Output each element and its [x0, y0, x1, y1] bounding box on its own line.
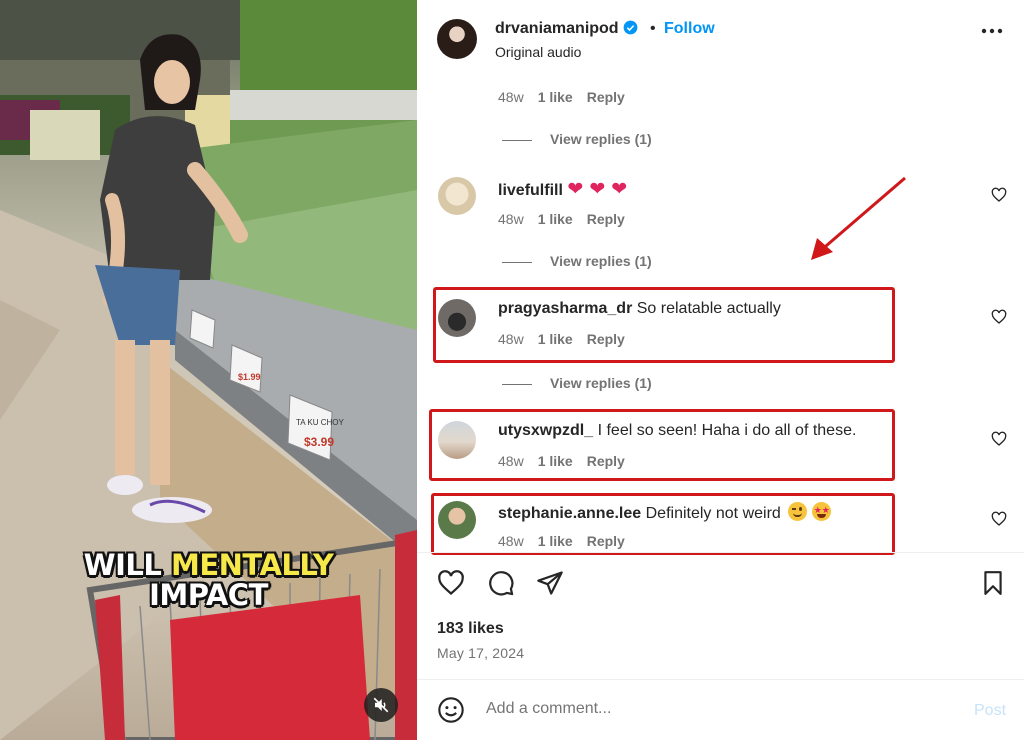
comment-text: livefulfill ❤ ❤ ❤ [498, 178, 627, 200]
comment-meta: 48w 1 like Reply [498, 211, 625, 227]
mute-button[interactable] [364, 688, 398, 722]
post-panel: drvaniamanipod • Follow Original audio 4… [417, 0, 1024, 740]
view-replies-button[interactable]: View replies (1) [502, 131, 652, 147]
like-heart-icon[interactable] [437, 569, 465, 597]
price-tag-3: $3.99 [304, 435, 334, 449]
price-tag-label: TA KU CHOY [296, 418, 345, 427]
post-date: May 17, 2024 [437, 645, 525, 661]
price-tag-2: $1.99 [238, 372, 261, 382]
more-options-icon[interactable] [981, 28, 1003, 34]
highlight-box [431, 493, 895, 555]
highlight-box [433, 287, 895, 363]
bookmark-save-icon[interactable] [980, 569, 1006, 597]
caption-line-2: IMPACT [149, 578, 268, 612]
like-heart-icon[interactable] [991, 309, 1007, 325]
caption-line-1: WILL MENTALLY [83, 548, 334, 582]
like-count[interactable]: 1 like [538, 211, 573, 227]
verified-badge-icon [623, 20, 637, 35]
annotation-arrow-icon [811, 176, 906, 260]
post-actions-bar [417, 563, 1024, 607]
reply-button[interactable]: Reply [587, 89, 625, 105]
like-count[interactable]: 1 like [538, 89, 573, 105]
audio-label[interactable]: Original audio [495, 44, 581, 60]
add-comment-bar: Post [417, 680, 1024, 740]
follow-button[interactable]: Follow [664, 20, 715, 38]
heart-emojis: ❤ ❤ ❤ [567, 178, 628, 200]
header-separator: • [650, 20, 656, 37]
grocery-scene-image: TA KU CHOY $3.99 $1.99 [0, 0, 417, 740]
post-button[interactable]: Post [974, 702, 1006, 720]
reel-video[interactable]: TA KU CHOY $3.99 $1.99 WILL MENTALLY IMP… [0, 0, 417, 740]
likes-count[interactable]: 183 likes [437, 620, 504, 638]
comment-input[interactable] [486, 700, 886, 718]
emoji-picker-icon[interactable] [437, 696, 465, 724]
share-send-icon[interactable] [536, 569, 564, 597]
post-header: drvaniamanipod • Follow Original audio [417, 0, 1024, 74]
like-heart-icon[interactable] [991, 187, 1007, 203]
reply-button[interactable]: Reply [587, 211, 625, 227]
author-avatar[interactable] [437, 19, 477, 59]
commenter-avatar[interactable] [438, 177, 476, 215]
view-replies-button[interactable]: View replies (1) [502, 375, 652, 391]
divider [417, 552, 1024, 553]
highlight-box [429, 409, 895, 481]
like-heart-icon[interactable] [991, 511, 1007, 527]
speaker-muted-icon [373, 697, 389, 713]
comment-item: livefulfill ❤ ❤ ❤ 48w 1 like Reply View re… [417, 175, 1024, 275]
like-heart-icon[interactable] [991, 431, 1007, 447]
author-username[interactable]: drvaniamanipod [495, 20, 638, 38]
comment-bubble-icon[interactable] [487, 569, 515, 597]
commenter-username[interactable]: livefulfill [498, 182, 563, 199]
view-replies-button[interactable]: View replies (1) [502, 253, 652, 269]
comment-meta: 48w 1 like Reply [498, 89, 625, 105]
